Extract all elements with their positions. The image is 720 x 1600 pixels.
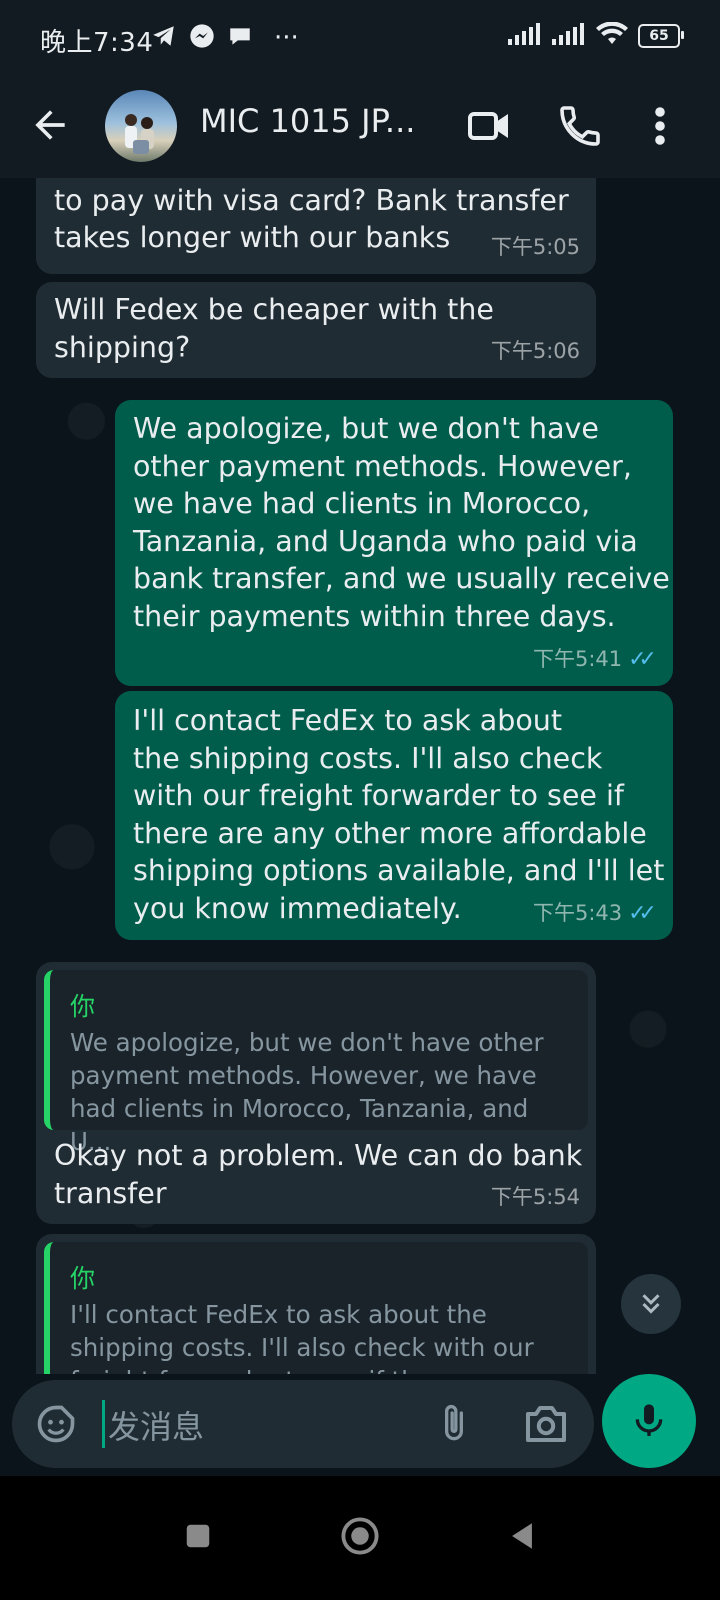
video-call-icon[interactable] xyxy=(466,102,514,150)
emoji-sticker-icon[interactable] xyxy=(34,1402,78,1446)
back-arrow-icon[interactable] xyxy=(28,103,72,147)
voice-message-button[interactable] xyxy=(602,1374,696,1468)
contact-name[interactable]: MIC 1015 JP... xyxy=(200,102,415,140)
system-navigation-bar xyxy=(0,1476,720,1600)
message-text: I'll contact FedEx to ask about the ship… xyxy=(133,704,665,925)
more-notifications-icon: ··· xyxy=(274,23,299,53)
status-bar: 晚上7:34 ··· 65 xyxy=(0,0,720,78)
outgoing-message[interactable]: We apologize, but we don't have other pa… xyxy=(115,400,673,686)
incoming-message[interactable]: Will Fedex be cheaper with the shipping?… xyxy=(36,282,596,378)
message-input-container[interactable]: 发消息 xyxy=(12,1380,594,1468)
read-ticks-icon: ✓✓ xyxy=(628,900,657,926)
message-list[interactable]: method we can use? Maybe a link to pay w… xyxy=(0,178,720,1394)
quote-author: 你 xyxy=(70,992,96,1021)
attach-icon[interactable] xyxy=(432,1402,476,1446)
quoted-message[interactable]: 你 We apologize, but we don't have other … xyxy=(44,970,588,1156)
message-text: Will Fedex be cheaper with the shipping? xyxy=(54,293,494,364)
messenger-icon xyxy=(188,22,216,54)
status-time: 晚上7:34 xyxy=(40,28,154,58)
incoming-reply-message[interactable]: 你 We apologize, but we don't have other … xyxy=(36,962,596,1224)
back-button[interactable] xyxy=(494,1508,550,1564)
recents-button[interactable] xyxy=(170,1508,226,1564)
outgoing-message[interactable]: I'll contact FedEx to ask about the ship… xyxy=(115,691,673,940)
message-input[interactable]: 发消息 xyxy=(108,1402,204,1448)
message-text: We apologize, but we don't have other pa… xyxy=(133,412,670,633)
message-time: 下午5:43 ✓✓ xyxy=(533,895,657,933)
signal-icon xyxy=(508,23,542,49)
chat-header: MIC 1015 JP... xyxy=(0,78,720,178)
notification-icons: ··· xyxy=(150,22,299,54)
double-chevron-down-icon xyxy=(642,1294,660,1314)
quote-author: 你 xyxy=(70,1264,96,1293)
camera-icon[interactable] xyxy=(522,1402,570,1446)
message-time: 下午5:05 xyxy=(490,234,580,259)
home-button[interactable] xyxy=(332,1508,388,1564)
more-vert-icon[interactable] xyxy=(640,102,680,150)
avatar[interactable] xyxy=(105,90,177,162)
message-time: 下午5:41 ✓✓ xyxy=(533,641,657,679)
mic-icon xyxy=(635,1404,663,1436)
quoted-message[interactable]: 你 I'll contact FedEx to ask about the sh… xyxy=(44,1242,588,1394)
incoming-message[interactable]: method we can use? Maybe a link to pay w… xyxy=(36,178,596,274)
message-time: 下午5:06 xyxy=(490,338,580,363)
message-time: 下午5:54 xyxy=(490,1184,580,1209)
signal-icon-2 xyxy=(552,23,586,49)
phone-call-icon[interactable] xyxy=(556,102,604,150)
system-status-icons: 65 xyxy=(508,21,684,50)
incoming-reply-message[interactable]: 你 I'll contact FedEx to ask about the sh… xyxy=(36,1234,596,1394)
telegram-icon xyxy=(150,23,178,53)
read-ticks-icon: ✓✓ xyxy=(628,646,657,672)
text-cursor xyxy=(102,1400,105,1448)
scroll-to-bottom-button[interactable] xyxy=(621,1274,681,1334)
chat-bubble-icon xyxy=(226,23,254,53)
wifi-icon xyxy=(596,21,628,50)
battery-icon: 65 xyxy=(638,24,684,48)
